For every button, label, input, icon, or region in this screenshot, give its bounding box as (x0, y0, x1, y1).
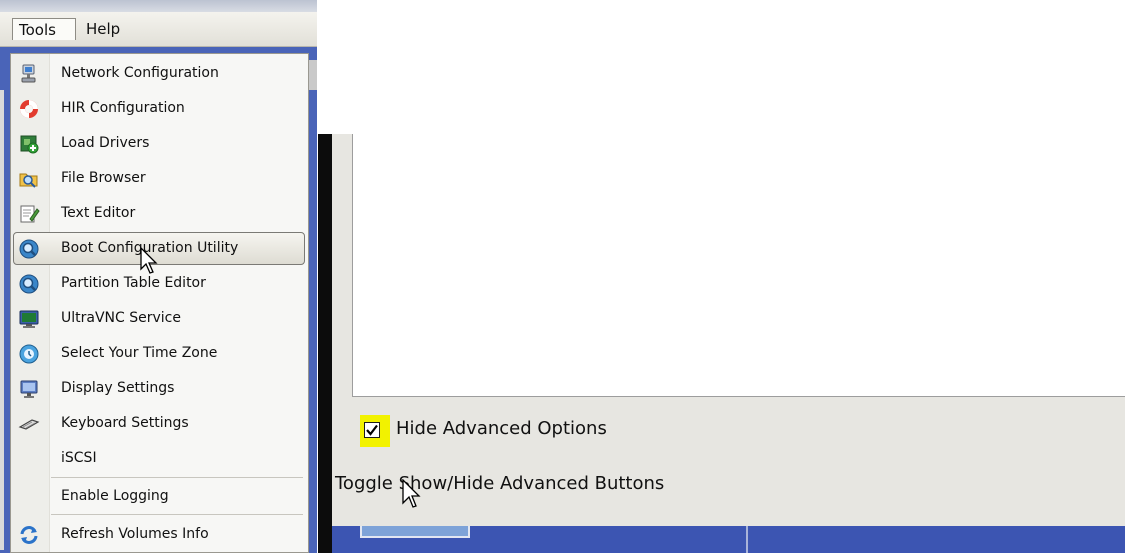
tools-dropdown-menu: Network Configuration HIR Configuration (10, 53, 309, 553)
hide-advanced-options-checkbox[interactable] (364, 422, 380, 438)
dialog-panel: Hide Advanced Options Toggle Show/Hide A… (332, 134, 1125, 526)
menu-item-label: Network Configuration (61, 65, 219, 81)
taskbar-button[interactable] (360, 526, 470, 538)
menu-tools[interactable]: Tools (12, 18, 76, 40)
menu-item-ultravnc-service[interactable]: UltraVNC Service (11, 301, 308, 336)
menu-item-refresh-volumes-info[interactable]: Refresh Volumes Info (11, 517, 308, 552)
lifebuoy-icon (18, 98, 40, 120)
network-icon (18, 63, 40, 85)
menu-help[interactable]: Help (80, 18, 132, 40)
toggle-advanced-tooltip: Toggle Show/Hide Advanced Buttons (335, 473, 665, 494)
menu-item-iscsi[interactable]: iSCSI (11, 441, 308, 476)
menu-item-select-your-time-zone[interactable]: Select Your Time Zone (11, 336, 308, 371)
globe-clock-icon (18, 343, 40, 365)
menu-item-label: HIR Configuration (61, 100, 185, 116)
magnifier-icon (18, 273, 40, 295)
vnc-monitor-icon (18, 308, 40, 330)
folder-magnifier-icon (18, 168, 40, 190)
taskbar (332, 526, 1125, 553)
content-area (352, 134, 1125, 397)
tools-menu-screenshot: Tools Help Network Configuration HIR Con… (0, 0, 317, 553)
menu-item-label: Load Drivers (61, 135, 150, 151)
load-drivers-icon (18, 133, 40, 155)
menu-item-label: UltraVNC Service (61, 310, 181, 326)
menu-bar: Tools Help (0, 12, 317, 47)
menu-item-label: iSCSI (61, 450, 97, 466)
refresh-icon (18, 524, 40, 546)
menu-item-text-editor[interactable]: Text Editor (11, 196, 308, 231)
taskbar-divider (746, 526, 748, 553)
menu-item-label: Enable Logging (61, 488, 169, 504)
menu-item-label: Text Editor (61, 205, 136, 221)
menu-item-label: Refresh Volumes Info (61, 526, 209, 542)
mouse-cursor-icon (140, 247, 158, 274)
dialog-screenshot: Hide Advanced Options Toggle Show/Hide A… (318, 134, 1125, 553)
menu-item-file-browser[interactable]: File Browser (11, 161, 308, 196)
magnifier-icon (18, 238, 40, 260)
menu-item-hir-configuration[interactable]: HIR Configuration (11, 91, 308, 126)
window-top-strip (0, 0, 317, 12)
menu-item-label: Select Your Time Zone (61, 345, 218, 361)
menu-item-keyboard-settings[interactable]: Keyboard Settings (11, 406, 308, 441)
keyboard-icon (18, 413, 40, 435)
menu-item-display-settings[interactable]: Display Settings (11, 371, 308, 406)
menu-item-network-configuration[interactable]: Network Configuration (11, 56, 308, 91)
menu-item-label: Partition Table Editor (61, 275, 206, 291)
menu-item-enable-logging[interactable]: Enable Logging (11, 479, 308, 514)
menu-item-label: Keyboard Settings (61, 415, 189, 431)
menu-item-label: Display Settings (61, 380, 175, 396)
menu-separator (51, 477, 303, 478)
hide-advanced-options-label[interactable]: Hide Advanced Options (396, 418, 607, 439)
menu-item-label: File Browser (61, 170, 146, 186)
checkmark-icon (366, 424, 378, 436)
mouse-cursor-icon (402, 479, 421, 508)
menu-item-load-drivers[interactable]: Load Drivers (11, 126, 308, 161)
notepad-icon (18, 203, 40, 225)
monitor-icon (18, 378, 40, 400)
background-window-edge (0, 90, 4, 550)
menu-separator (51, 514, 303, 515)
